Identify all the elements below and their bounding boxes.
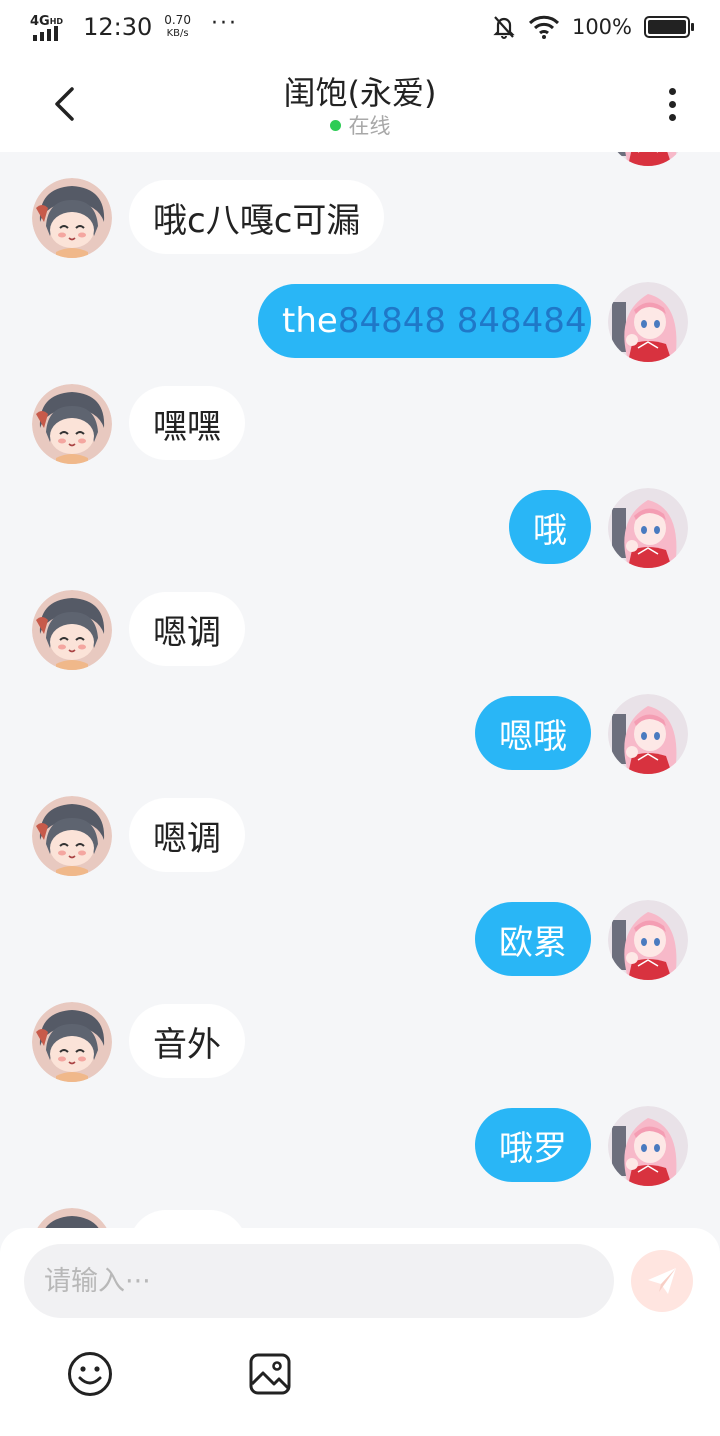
emoji-button[interactable] [66,1350,114,1398]
message-bubble-sent[interactable]: 嗯哦 [475,696,591,770]
my-avatar[interactable] [608,488,688,568]
send-button[interactable] [631,1250,693,1312]
image-icon [249,1353,291,1395]
contact-name: 闺饱(永爱) [283,74,437,112]
message-bubble-sent[interactable]: 哦 [509,490,591,564]
message-row: 嘿嘿 [0,384,720,464]
signal-icon [33,26,58,41]
smiley-icon [68,1352,112,1396]
contact-avatar[interactable] [32,590,112,670]
message-bubble-sent[interactable]: 欧累 [475,902,591,976]
mute-bell-icon [493,16,515,39]
battery-icon [644,16,694,38]
message-bubble-received[interactable] [129,1210,247,1228]
battery-percentage: 100% [571,15,632,39]
contact-avatar[interactable] [32,796,112,876]
message-input-box[interactable] [24,1244,614,1318]
online-status: 在线 [0,110,720,140]
message-bubble-sent[interactable]: the 84848 848484 [258,284,591,358]
dot [668,100,676,108]
status-bar: 4GHD 12:30 0.70 KB/s ··· 100% [0,0,720,54]
my-avatar[interactable] [608,1106,688,1186]
message-text-highlight: 84848 848484 [337,301,587,341]
online-status-label: 在线 [348,114,391,138]
dot [668,87,676,95]
message-bubble-received[interactable]: 音外 [129,1004,245,1078]
wifi-icon [528,15,560,39]
message-bubble-received[interactable]: 哦c八嘎c可漏 [129,180,385,254]
message-row: 欧累 [0,900,720,980]
input-panel [0,1228,720,1436]
speed-value: 0.70 [164,13,191,27]
contact-avatar[interactable] [32,178,112,258]
network-hd: HD [49,16,64,26]
message-row: 嗯调 [0,796,720,876]
image-button[interactable] [246,1350,294,1398]
dot [668,113,676,121]
message-row [0,1208,720,1228]
contact-avatar[interactable] [32,1002,112,1082]
message-bubble-sent[interactable]: 哦罗 [475,1108,591,1182]
message-bubble-received[interactable]: 嗯调 [129,798,245,872]
contact-avatar[interactable] [32,1208,112,1228]
message-input[interactable] [44,1265,614,1297]
my-avatar[interactable] [608,282,688,362]
message-bubble-received[interactable]: 嘿嘿 [129,386,245,460]
online-dot [329,119,341,131]
message-row: 哦 [0,488,720,568]
clock: 12:30 [83,13,153,41]
network-speed: 0.70 KB/s [164,14,191,40]
message-row [0,152,720,166]
my-avatar[interactable] [608,900,688,980]
message-list[interactable]: 哦c八嘎c可漏 the 84848 848484 嘿嘿 哦 嗯调 嗯哦 嗯调 欧累… [0,152,720,1228]
contact-avatar[interactable] [32,384,112,464]
message-row: 音外 [0,1002,720,1082]
message-row: 嗯调 [0,590,720,670]
paper-plane-icon [648,1268,676,1294]
my-avatar[interactable] [608,694,688,774]
message-row: 哦c八嘎c可漏 [0,178,720,258]
message-row: 哦罗 [0,1106,720,1186]
message-bubble-received[interactable]: 嗯调 [129,592,245,666]
message-row: 嗯哦 [0,694,720,774]
speed-unit: KB/s [166,28,189,39]
message-row: the 84848 848484 [0,282,720,362]
my-avatar[interactable] [608,152,688,166]
more-notifications-icon: ··· [210,10,238,36]
chat-header: 闺饱(永爱) 在线 [0,54,720,152]
more-menu-button[interactable] [648,80,696,128]
message-text: the [282,301,338,341]
